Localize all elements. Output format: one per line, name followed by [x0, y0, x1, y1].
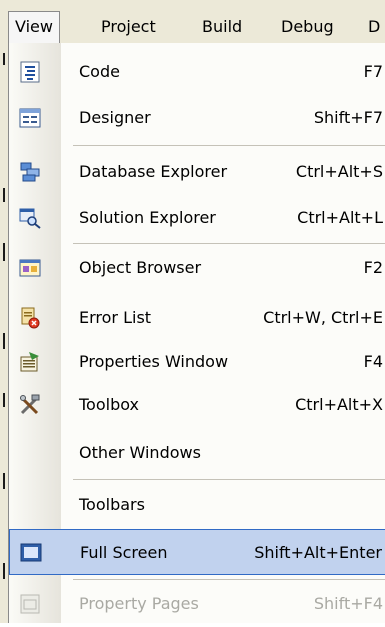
menu-item-object-browser[interactable]: Object Browser F2 — [9, 245, 385, 291]
menu-item-label: Full Screen — [80, 543, 168, 562]
menu-item-label: Object Browser — [79, 258, 202, 277]
menu-item-label: Solution Explorer — [79, 208, 216, 227]
menu-item-designer[interactable]: Designer Shift+F7 — [9, 95, 385, 141]
menu-d-truncated[interactable]: D — [362, 12, 385, 42]
menu-build[interactable]: Build — [196, 12, 248, 42]
menu-debug[interactable]: Debug — [275, 12, 340, 42]
menu-item-shortcut: Ctrl+Alt+X — [295, 395, 383, 414]
left-window-edge — [0, 43, 8, 623]
solution-explorer-icon — [19, 207, 41, 229]
full-screen-icon — [20, 542, 42, 564]
menu-project[interactable]: Project — [95, 12, 162, 42]
menu-item-label: Properties Window — [79, 352, 229, 371]
menu-item-toolbars[interactable]: Toolbars — [9, 482, 385, 528]
menu-item-property-pages: Property Pages Shift+F4 — [9, 581, 385, 627]
menu-item-label: Designer — [79, 108, 151, 127]
menu-item-shortcut: Shift+Alt+Enter — [254, 543, 382, 562]
menu-item-other-windows[interactable]: Other Windows — [9, 430, 385, 476]
menu-item-label: Toolbars — [79, 495, 145, 514]
menu-item-label: Property Pages — [79, 594, 199, 613]
database-servers-icon — [19, 161, 41, 183]
menu-item-code[interactable]: Code F7 — [9, 49, 385, 95]
menu-item-shortcut: Shift+F4 — [313, 594, 383, 613]
designer-form-icon — [19, 107, 41, 129]
property-pages-icon — [19, 593, 41, 615]
menu-item-shortcut: Ctrl+Alt+S — [295, 162, 383, 181]
menu-separator — [73, 579, 385, 580]
menu-separator — [73, 479, 385, 480]
menu-item-label: Database Explorer — [79, 162, 228, 181]
menu-item-label: Other Windows — [79, 443, 201, 462]
object-browser-icon — [19, 257, 41, 279]
menu-separator — [73, 145, 385, 146]
error-list-icon — [19, 307, 41, 329]
properties-window-icon — [19, 351, 41, 373]
menu-item-solution-explorer[interactable]: Solution Explorer Ctrl+Alt+L — [9, 195, 385, 241]
menu-item-label: Error List — [79, 308, 152, 327]
menu-item-shortcut: F2 — [363, 258, 383, 277]
menu-item-database-explorer[interactable]: Database Explorer Ctrl+Alt+S — [9, 149, 385, 195]
menu-view[interactable]: View — [8, 11, 60, 45]
menu-item-error-list[interactable]: Error List Ctrl+W, Ctrl+E — [9, 295, 385, 341]
menu-item-shortcut: Shift+F7 — [313, 108, 383, 127]
menu-item-shortcut: F7 — [363, 62, 383, 81]
menu-item-label: Code — [79, 62, 120, 81]
menu-bar: View Project Build Debug D — [0, 0, 385, 45]
menu-item-properties-window[interactable]: Properties Window F4 — [9, 339, 385, 385]
menu-item-toolbox[interactable]: Toolbox Ctrl+Alt+X — [9, 382, 385, 428]
view-dropdown-menu: Code F7 Designer Shift+F7 Database Explo… — [8, 43, 385, 623]
menu-item-full-screen[interactable]: Full Screen Shift+Alt+Enter — [9, 529, 385, 575]
code-file-icon — [19, 61, 41, 83]
menu-item-shortcut: F4 — [363, 352, 383, 371]
toolbox-tools-icon — [19, 394, 41, 416]
menu-separator — [73, 243, 385, 244]
menu-item-shortcut: Ctrl+W, Ctrl+E — [263, 308, 383, 327]
menu-item-shortcut: Ctrl+Alt+L — [297, 208, 383, 227]
menu-item-label: Toolbox — [79, 395, 139, 414]
